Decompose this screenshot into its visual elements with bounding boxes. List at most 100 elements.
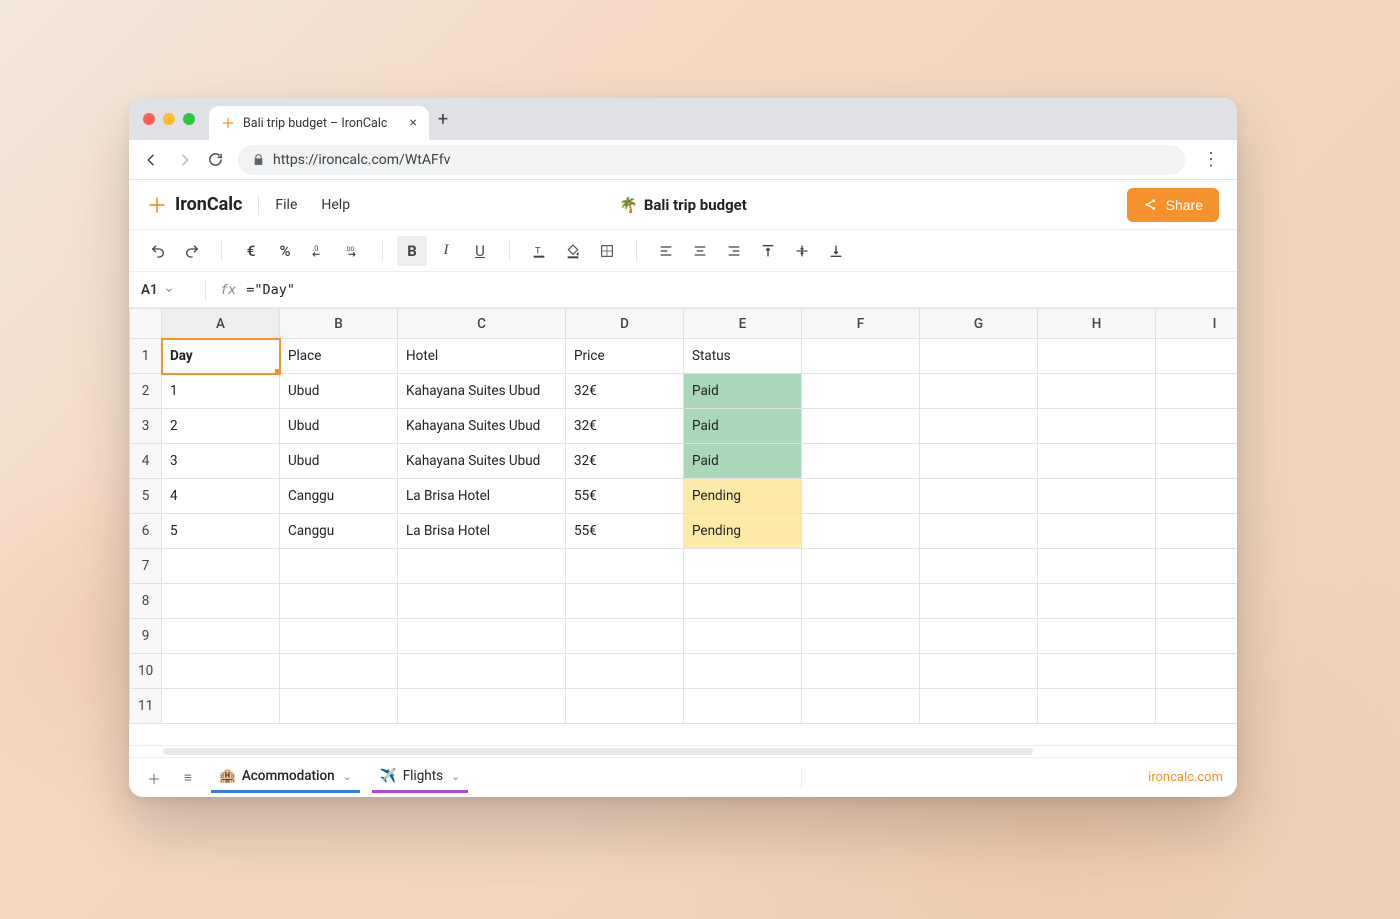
cell[interactable] xyxy=(920,514,1038,549)
forward-button[interactable] xyxy=(175,151,193,169)
cell[interactable] xyxy=(1156,514,1238,549)
cell[interactable]: Ubud xyxy=(280,444,398,479)
cell[interactable] xyxy=(1156,584,1238,619)
cell[interactable] xyxy=(802,584,920,619)
row-header[interactable]: 10 xyxy=(130,654,162,689)
bold-button[interactable]: B xyxy=(397,236,427,266)
cell[interactable]: Hotel xyxy=(398,339,566,374)
undo-button[interactable] xyxy=(143,236,173,266)
cell[interactable] xyxy=(1038,689,1156,724)
cell[interactable] xyxy=(1156,549,1238,584)
cell[interactable] xyxy=(162,689,280,724)
column-header[interactable]: G xyxy=(920,309,1038,339)
cell[interactable]: 32€ xyxy=(566,374,684,409)
cell[interactable] xyxy=(920,339,1038,374)
valign-middle-button[interactable] xyxy=(787,236,817,266)
cell[interactable] xyxy=(1038,654,1156,689)
cell[interactable]: Ubud xyxy=(280,374,398,409)
share-button[interactable]: Share xyxy=(1127,188,1219,222)
brand-link[interactable]: ironcalc.com xyxy=(1148,770,1223,785)
cell[interactable] xyxy=(1038,339,1156,374)
text-color-button[interactable]: T xyxy=(524,236,554,266)
column-header[interactable]: E xyxy=(684,309,802,339)
align-center-button[interactable] xyxy=(685,236,715,266)
cell[interactable] xyxy=(398,584,566,619)
cell[interactable]: Status xyxy=(684,339,802,374)
cell[interactable] xyxy=(802,444,920,479)
menu-help[interactable]: Help xyxy=(321,197,350,213)
minimize-window-button[interactable] xyxy=(163,113,175,125)
cell[interactable] xyxy=(566,549,684,584)
row-header[interactable]: 3 xyxy=(130,409,162,444)
cell[interactable] xyxy=(684,549,802,584)
cell[interactable] xyxy=(684,654,802,689)
cell[interactable] xyxy=(566,654,684,689)
cell[interactable] xyxy=(1038,444,1156,479)
cell[interactable] xyxy=(398,689,566,724)
browser-tab[interactable]: Bali trip budget – IronCalc × xyxy=(209,106,429,140)
cell[interactable]: Paid xyxy=(684,374,802,409)
close-tab-button[interactable]: × xyxy=(410,115,417,131)
cell[interactable] xyxy=(802,374,920,409)
cell[interactable] xyxy=(920,374,1038,409)
cell[interactable] xyxy=(566,689,684,724)
valign-bottom-button[interactable] xyxy=(821,236,851,266)
sheet-tab[interactable]: 🏨Acommodation⌄ xyxy=(211,762,360,793)
cell[interactable] xyxy=(162,549,280,584)
column-header[interactable]: F xyxy=(802,309,920,339)
cell[interactable] xyxy=(802,619,920,654)
row-header[interactable]: 4 xyxy=(130,444,162,479)
column-header[interactable]: H xyxy=(1038,309,1156,339)
reload-button[interactable] xyxy=(207,151,224,168)
cell[interactable] xyxy=(802,409,920,444)
cell[interactable] xyxy=(280,584,398,619)
document-title[interactable]: 🌴 Bali trip budget xyxy=(619,196,747,214)
percent-button[interactable]: % xyxy=(270,236,300,266)
address-bar[interactable]: https://ironcalc.com/WtAFfv xyxy=(238,145,1185,175)
currency-button[interactable]: € xyxy=(236,236,266,266)
row-header[interactable]: 8 xyxy=(130,584,162,619)
cell[interactable]: 4 xyxy=(162,479,280,514)
cell[interactable] xyxy=(1156,409,1238,444)
cell[interactable] xyxy=(1038,479,1156,514)
cell[interactable]: Kahayana Suites Ubud xyxy=(398,444,566,479)
cell[interactable]: La Brisa Hotel xyxy=(398,479,566,514)
cell[interactable] xyxy=(802,689,920,724)
cell[interactable]: 55€ xyxy=(566,514,684,549)
cell[interactable] xyxy=(920,549,1038,584)
column-header[interactable]: I xyxy=(1156,309,1238,339)
scrollbar-thumb[interactable] xyxy=(163,748,1033,755)
cell[interactable] xyxy=(398,619,566,654)
italic-button[interactable]: I xyxy=(431,236,461,266)
row-header[interactable]: 5 xyxy=(130,479,162,514)
browser-menu-button[interactable]: ⋮ xyxy=(1199,149,1223,170)
chevron-down-icon[interactable]: ⌄ xyxy=(451,770,460,783)
add-sheet-button[interactable]: ＋ xyxy=(143,768,165,788)
cell[interactable] xyxy=(1038,409,1156,444)
new-tab-button[interactable]: + xyxy=(429,109,457,130)
cell[interactable]: Ubud xyxy=(280,409,398,444)
cell[interactable] xyxy=(398,654,566,689)
row-header[interactable]: 11 xyxy=(130,689,162,724)
align-left-button[interactable] xyxy=(651,236,681,266)
align-right-button[interactable] xyxy=(719,236,749,266)
cell[interactable]: 3 xyxy=(162,444,280,479)
cell[interactable]: Place xyxy=(280,339,398,374)
cell[interactable] xyxy=(802,514,920,549)
cell[interactable] xyxy=(802,339,920,374)
cell[interactable]: 1 xyxy=(162,374,280,409)
cell[interactable] xyxy=(280,654,398,689)
menu-file[interactable]: File xyxy=(275,197,297,213)
cell[interactable] xyxy=(1156,689,1238,724)
cell[interactable] xyxy=(920,409,1038,444)
cell[interactable] xyxy=(920,689,1038,724)
sheet-tab[interactable]: ✈️Flights⌄ xyxy=(372,762,468,793)
cell[interactable] xyxy=(684,619,802,654)
cell[interactable]: Canggu xyxy=(280,479,398,514)
row-header[interactable]: 1 xyxy=(130,339,162,374)
cell[interactable] xyxy=(280,619,398,654)
cell[interactable] xyxy=(920,619,1038,654)
cell[interactable]: Canggu xyxy=(280,514,398,549)
cell[interactable] xyxy=(1038,584,1156,619)
cell[interactable]: 55€ xyxy=(566,479,684,514)
